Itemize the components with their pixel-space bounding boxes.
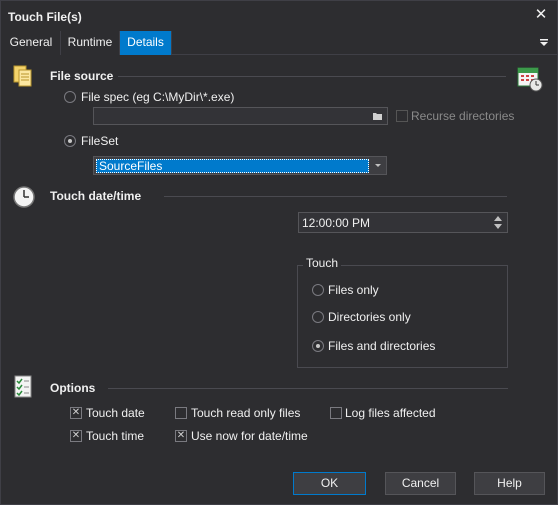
folder-browse-icon[interactable] bbox=[372, 110, 384, 122]
filespec-label: File spec (eg C:\MyDir\*.exe) bbox=[81, 90, 235, 104]
tab-general[interactable]: General bbox=[2, 31, 61, 55]
touch-datetime-heading: Touch date/time bbox=[50, 189, 142, 203]
files-icon bbox=[13, 65, 32, 87]
tab-details[interactable]: Details bbox=[120, 31, 172, 55]
checklist-icon bbox=[14, 375, 32, 398]
title-bar: Touch File(s) ✕ bbox=[1, 1, 557, 31]
help-button[interactable]: Help bbox=[474, 472, 545, 495]
divider bbox=[164, 196, 507, 197]
use-now-label: Use now for date/time bbox=[191, 429, 308, 443]
time-picker[interactable]: 12:00:00 PM bbox=[298, 212, 508, 233]
time-spinner-icon[interactable] bbox=[491, 214, 505, 231]
calendar-clock-icon[interactable] bbox=[516, 64, 544, 92]
options-heading: Options bbox=[50, 381, 96, 395]
tab-bar: General Runtime Details bbox=[2, 31, 558, 55]
files-only-label: Files only bbox=[328, 283, 379, 297]
touch-date-checkbox[interactable]: ✕ bbox=[70, 407, 82, 419]
touch-read-only-label: Touch read only files bbox=[191, 406, 301, 420]
divider bbox=[108, 388, 508, 389]
log-files-checkbox[interactable] bbox=[330, 407, 342, 419]
touch-group-title: Touch bbox=[303, 256, 342, 270]
fileset-label: FileSet bbox=[81, 134, 119, 148]
divider bbox=[118, 76, 506, 77]
window-title: Touch File(s) bbox=[8, 10, 82, 24]
touch-date-label: Touch date bbox=[86, 406, 145, 420]
log-files-label: Log files affected bbox=[345, 406, 436, 420]
fileset-selected-value: SourceFiles bbox=[96, 159, 369, 173]
tab-menu-icon[interactable] bbox=[539, 38, 549, 48]
files-and-directories-radio[interactable] bbox=[312, 340, 324, 352]
chevron-down-icon[interactable] bbox=[375, 164, 381, 167]
touch-files-dialog: Touch File(s) ✕ General Runtime Details … bbox=[0, 0, 558, 505]
directories-only-radio[interactable] bbox=[312, 311, 324, 323]
ok-button[interactable]: OK bbox=[293, 472, 366, 495]
touch-time-label: Touch time bbox=[86, 429, 145, 443]
tab-runtime[interactable]: Runtime bbox=[61, 31, 120, 55]
use-now-checkbox[interactable]: ✕ bbox=[175, 430, 187, 442]
files-and-directories-label: Files and directories bbox=[328, 339, 436, 353]
file-source-heading: File source bbox=[50, 69, 114, 83]
directories-only-label: Directories only bbox=[328, 310, 411, 324]
close-icon[interactable]: ✕ bbox=[533, 7, 549, 23]
fileset-radio[interactable] bbox=[64, 135, 76, 147]
touch-time-checkbox[interactable]: ✕ bbox=[70, 430, 82, 442]
touch-read-only-checkbox[interactable] bbox=[175, 407, 187, 419]
filespec-radio[interactable] bbox=[64, 91, 76, 103]
cancel-button[interactable]: Cancel bbox=[385, 472, 456, 495]
files-only-radio[interactable] bbox=[312, 284, 324, 296]
recurse-checkbox[interactable] bbox=[396, 110, 408, 122]
filespec-input[interactable] bbox=[93, 107, 388, 125]
clock-icon bbox=[13, 186, 35, 208]
time-value: 12:00:00 PM bbox=[302, 216, 371, 230]
recurse-label: Recurse directories bbox=[411, 109, 515, 123]
fileset-dropdown[interactable]: SourceFiles bbox=[93, 156, 387, 175]
